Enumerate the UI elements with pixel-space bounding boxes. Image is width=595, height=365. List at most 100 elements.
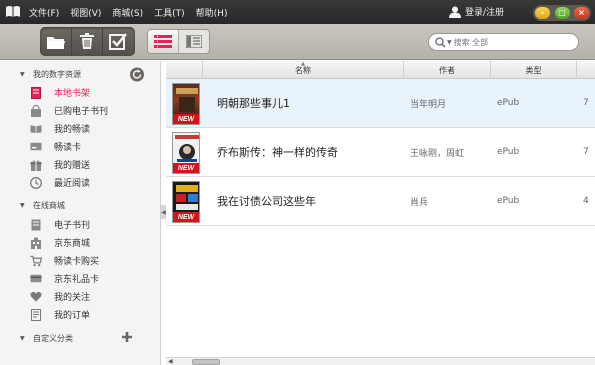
book-title: 乔布斯传：神一样的传奇	[217, 146, 338, 159]
column-header-cover	[166, 61, 203, 79]
book-title: 明朝那些事儿1	[217, 97, 290, 110]
book-author: 王咏刚，周虹	[410, 148, 465, 159]
delete-button[interactable]	[71, 27, 102, 56]
sidebar-section-title: 自定义分类	[33, 333, 73, 343]
menu-file[interactable]: 文件(F)	[29, 6, 59, 19]
sidebar-item-reading-card[interactable]: 畅读卡	[0, 138, 161, 155]
sidebar-item-label: 电子书刊	[54, 221, 91, 231]
table-row[interactable]: NEW 明朝那些事儿1 当年明月 ePub 7	[166, 79, 595, 128]
checkbox-icon	[109, 33, 127, 50]
open-book-icon	[30, 123, 42, 135]
new-badge: NEW	[173, 114, 199, 124]
import-folder-button[interactable]	[40, 27, 71, 56]
sidebar-item-label: 京东商城	[54, 239, 91, 249]
column-header-label: 作者	[439, 65, 455, 75]
menu-tools[interactable]: 工具(T)	[154, 6, 185, 19]
folder-icon	[46, 36, 65, 49]
table-header: ▲ 名称 作者 类型	[166, 61, 595, 79]
column-header-author[interactable]: 作者	[404, 61, 491, 79]
maximize-button[interactable]: □	[554, 7, 570, 19]
order-icon	[30, 308, 42, 321]
book-cover: NEW	[172, 132, 200, 174]
trash-icon	[80, 33, 94, 49]
table-row[interactable]: NEW 乔布斯传：神一样的传奇 王咏刚，周虹 ePub 7	[166, 128, 595, 177]
sidebar-item-local-bookshelf[interactable]: 本地书架	[0, 84, 161, 101]
menu-help[interactable]: 帮助(H)	[196, 6, 228, 19]
minimize-icon: –	[540, 8, 545, 17]
column-header-more[interactable]	[577, 61, 595, 79]
toolbar: ▼	[0, 24, 595, 60]
bookshelf-icon	[30, 86, 42, 99]
sidebar: ▼ 我的数字资源 本地书架 已购电子书刊 我的畅读 畅读卡 我的赠送 最近阅读 …	[0, 61, 161, 365]
horizontal-scrollbar[interactable]: ◀	[166, 357, 595, 365]
book-type: ePub	[497, 147, 520, 157]
sort-ascending-icon: ▲	[301, 61, 305, 67]
sidebar-item-label: 我的订单	[54, 311, 91, 321]
search-icon[interactable]	[435, 36, 446, 48]
sidebar-section-custom-categories[interactable]: ▼ 自定义分类	[0, 331, 161, 345]
minimize-button[interactable]: –	[535, 7, 550, 19]
collapse-arrow-icon: ▼	[20, 334, 25, 342]
scroll-left-icon[interactable]: ◀	[168, 358, 173, 365]
collapse-arrow-icon: ▼	[20, 70, 25, 78]
sidebar-section-online-store[interactable]: ▼ 在线商城	[0, 198, 161, 212]
book-cover-art	[175, 135, 199, 162]
menu-view[interactable]: 视图(V)	[70, 6, 101, 19]
list-view-icon	[154, 35, 172, 48]
sidebar-item-my-follows[interactable]: 我的关注	[0, 288, 161, 305]
sidebar-item-label: 我的关注	[54, 293, 91, 303]
sidebar-item-label: 京东礼品卡	[54, 275, 100, 285]
collapse-arrow-icon: ▼	[20, 201, 25, 209]
scrollbar-thumb[interactable]	[192, 359, 220, 365]
refresh-icon[interactable]	[129, 67, 145, 82]
gift-card-icon	[30, 273, 42, 285]
book-type: ePub	[497, 196, 520, 206]
select-button[interactable]	[102, 27, 133, 56]
column-header-type[interactable]: 类型	[491, 61, 577, 79]
sidebar-item-jd-mall[interactable]: 京东商城	[0, 234, 161, 251]
add-category-icon[interactable]	[121, 331, 133, 343]
sidebar-section-title: 在线商城	[33, 200, 65, 210]
book-extra-value: 4	[583, 196, 589, 206]
menu-store[interactable]: 商城(S)	[112, 6, 143, 19]
sidebar-item-label: 我的赠送	[54, 161, 91, 171]
sidebar-item-ebooks[interactable]: 电子书刊	[0, 216, 161, 233]
book-cover: NEW	[172, 181, 200, 223]
sidebar-item-my-reading[interactable]: 我的畅读	[0, 120, 161, 137]
list-view-button[interactable]	[148, 30, 178, 53]
book-author: 当年明月	[410, 99, 447, 110]
search-input[interactable]	[453, 37, 564, 47]
sidebar-item-recent[interactable]: 最近阅读	[0, 174, 161, 191]
sidebar-item-label: 我的畅读	[54, 125, 91, 135]
search-box: ▼	[428, 33, 579, 51]
new-badge: NEW	[173, 163, 199, 173]
sidebar-item-my-orders[interactable]: 我的订单	[0, 306, 161, 323]
new-badge: NEW	[173, 212, 199, 222]
heart-icon	[30, 291, 42, 303]
search-scope-dropdown-icon[interactable]: ▼	[447, 39, 452, 46]
sidebar-item-my-gifts[interactable]: 我的赠送	[0, 156, 161, 173]
book-list: ▲ 名称 作者 类型 NEW 明朝那些事儿1 当年明月 ePub 7 NEW 乔…	[166, 61, 595, 365]
table-row[interactable]: NEW 我在讨债公司这些年 肖兵 ePub 4	[166, 177, 595, 226]
maximize-icon: □	[558, 8, 566, 17]
detail-view-button[interactable]	[178, 30, 209, 53]
close-button[interactable]: ×	[574, 7, 589, 19]
close-icon: ×	[578, 8, 585, 17]
sidebar-item-buy-reading-card[interactable]: 畅读卡购买	[0, 252, 161, 269]
login-label: 登录/注册	[465, 8, 505, 18]
sidebar-section-my-resources[interactable]: ▼ 我的数字资源	[0, 67, 161, 82]
cart-icon	[30, 255, 42, 267]
book-cover-art	[176, 185, 198, 210]
column-header-label: 类型	[525, 65, 542, 75]
gift-icon	[30, 159, 42, 171]
book-title: 我在讨债公司这些年	[217, 195, 316, 208]
book-cover: NEW	[172, 83, 200, 125]
column-header-name[interactable]: ▲ 名称	[203, 61, 404, 79]
title-bar: 文件(F) 视图(V) 商城(S) 工具(T) 帮助(H) 登录/注册 – □ …	[0, 0, 595, 24]
sidebar-item-label: 畅读卡购买	[54, 257, 100, 267]
toolbar-action-group	[40, 27, 135, 56]
sidebar-section-title: 我的数字资源	[33, 69, 81, 79]
sidebar-item-purchased[interactable]: 已购电子书刊	[0, 102, 161, 119]
login-register-link[interactable]: 登录/注册	[448, 5, 504, 18]
sidebar-item-jd-gift-card[interactable]: 京东礼品卡	[0, 270, 161, 287]
